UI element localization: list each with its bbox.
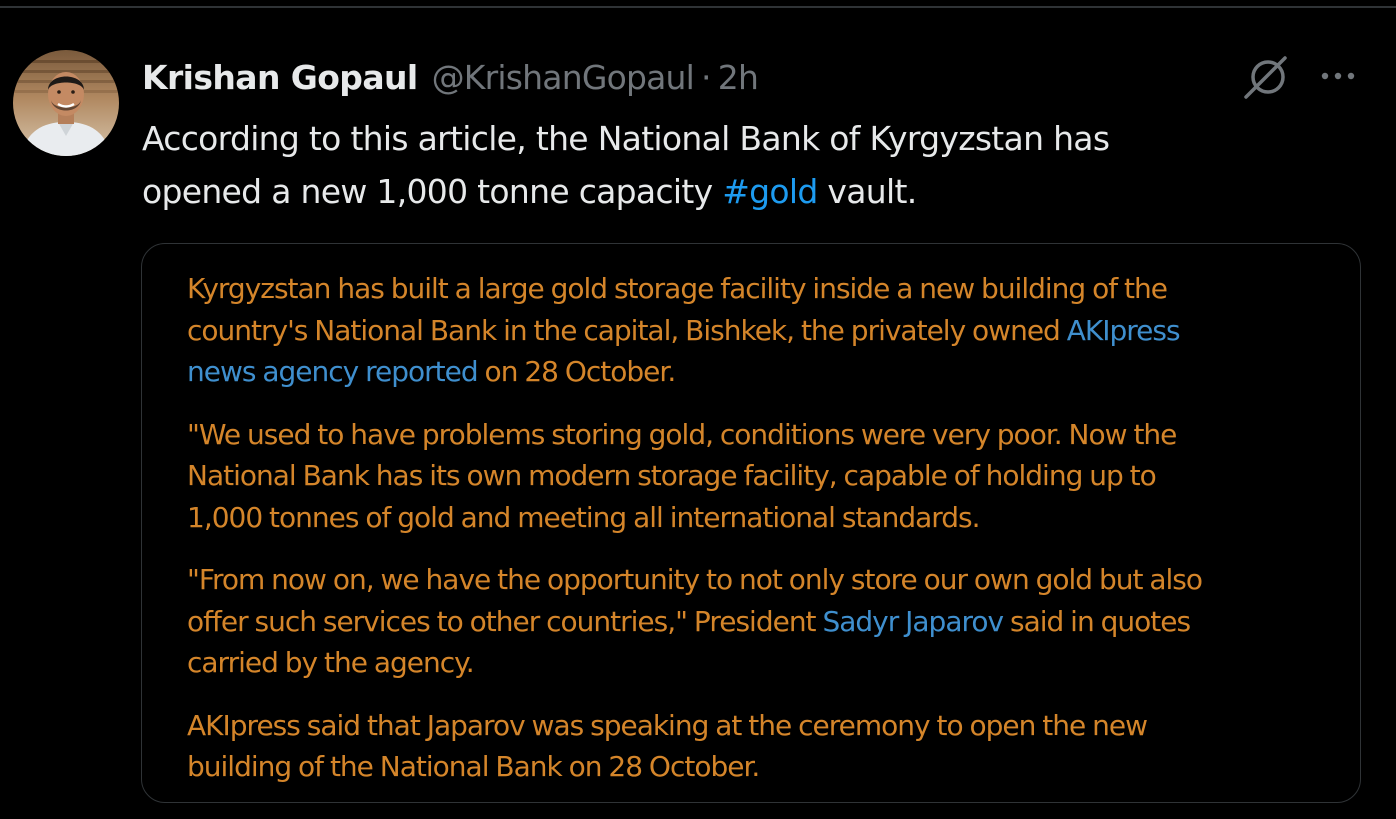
article-line: building of the National Bank on 28 Octo… — [187, 750, 760, 783]
tweet-header: Krishan Gopaul @KrishanGopaul · 2h — [142, 54, 759, 100]
more-options-button[interactable] — [1314, 58, 1362, 94]
article-paragraph: Kyrgyzstan has built a large gold storag… — [187, 268, 1202, 393]
tweet-text-segment: According to this article, the National … — [142, 119, 1110, 158]
article-line: country's National Bank in the capital, … — [187, 313, 1067, 347]
article-paragraph: "We used to have problems storing gold, … — [187, 414, 1202, 539]
dot-separator: · — [701, 57, 711, 97]
tweet-text-line: opened a new 1,000 tonne capacity #gold … — [142, 165, 1342, 218]
article-paragraph: AKIpress said that Japarov was speaking … — [187, 705, 1202, 788]
article-line: "From now on, we have the opportunity to… — [187, 563, 1203, 596]
article-excerpt: Kyrgyzstan has built a large gold storag… — [187, 268, 1203, 802]
tweet-text-segment: vault. — [817, 172, 917, 211]
article-line: "We used to have problems storing gold, … — [187, 417, 1177, 451]
timestamp[interactable]: 2h — [718, 58, 759, 97]
hashtag-link[interactable]: #gold — [722, 172, 818, 211]
tweet-text: According to this article, the National … — [142, 112, 1342, 218]
tweet-text-segment: opened a new 1,000 tonne capacity — [142, 172, 723, 211]
author-handle[interactable]: @KrishanGopaul — [432, 58, 695, 97]
akipress-link: AKIpress — [1066, 313, 1181, 347]
author-name[interactable]: Krishan Gopaul — [142, 58, 418, 97]
tweet-text-line: According to this article, the National … — [142, 112, 1342, 165]
avatar-photo — [13, 50, 119, 156]
avatar[interactable] — [13, 50, 119, 156]
article-line: on 28 October. — [477, 355, 677, 388]
news-agency-link: news agency reported — [187, 355, 479, 388]
grok-icon — [1244, 56, 1287, 99]
article-line: carried by the agency. — [187, 646, 475, 679]
article-line: said in quotes — [1003, 604, 1191, 638]
top-divider — [0, 6, 1396, 8]
article-line: 1,000 tonnes of gold and meeting all int… — [187, 500, 981, 534]
article-line: Kyrgyzstan has built a large gold storag… — [187, 272, 1168, 305]
article-screenshot-card[interactable]: Kyrgyzstan has built a large gold storag… — [141, 243, 1361, 803]
article-line: offer such services to other countries,"… — [187, 604, 823, 638]
article-paragraph: "From now on, we have the opportunity to… — [187, 559, 1203, 684]
sadyr-japarov-link: Sadyr Japarov — [822, 604, 1004, 638]
article-line: National Bank has its own modern storage… — [187, 459, 1157, 492]
more-icon — [1321, 72, 1355, 80]
grok-button[interactable] — [1239, 52, 1293, 102]
article-line: AKIpress said that Japarov was speaking … — [187, 708, 1148, 742]
